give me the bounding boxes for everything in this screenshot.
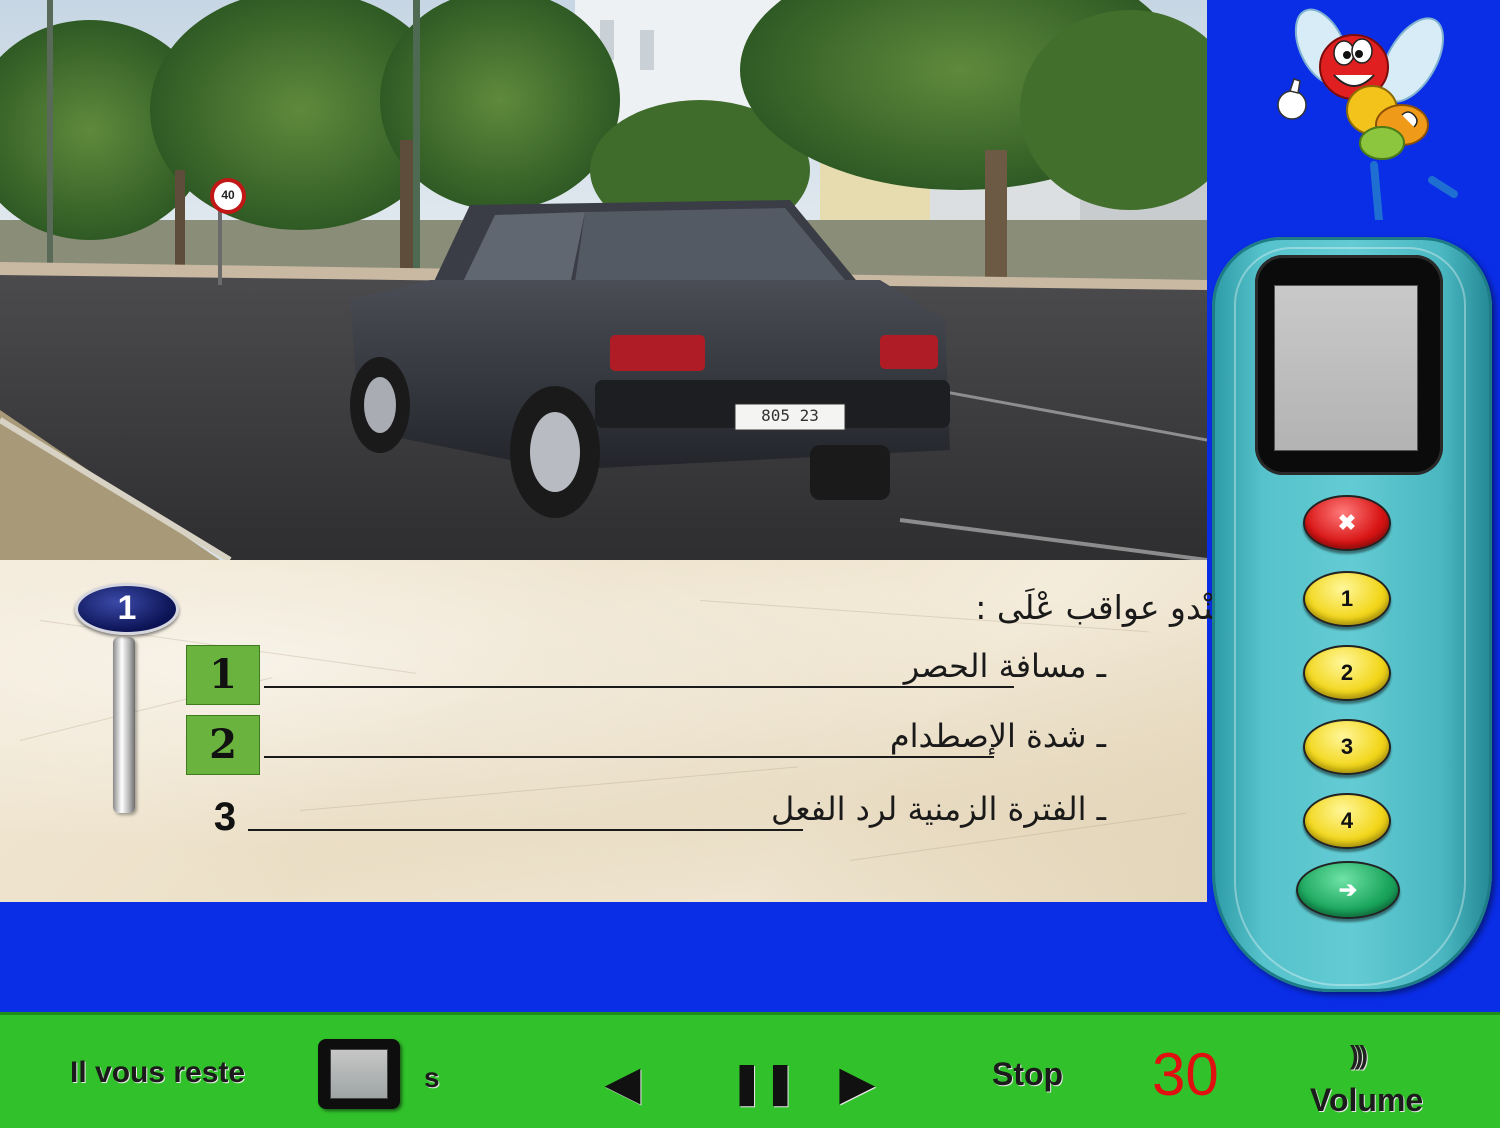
timer-display: [318, 1039, 400, 1109]
previous-icon[interactable]: ◀: [606, 1058, 640, 1109]
answer-row-1[interactable]: 1 ـ مسافة الحصر: [186, 645, 1106, 705]
answer-1-label: ـ مسافة الحصر: [903, 647, 1106, 685]
remote-answer-3-button[interactable]: 3: [1303, 719, 1391, 775]
volume-button[interactable]: Volume: [1310, 1082, 1423, 1119]
answer-2-line: [264, 756, 994, 758]
remote-answer-1-button[interactable]: 1: [1303, 571, 1391, 627]
bee-mascot-icon: [1277, 8, 1458, 220]
volume-icon[interactable]: ))): [1350, 1040, 1368, 1071]
answer-3-label: ـ الفترة الزمنية لرد الفعل: [770, 790, 1106, 828]
remote-validate-button[interactable]: ➔: [1296, 861, 1400, 919]
remote-cancel-button[interactable]: ✖: [1303, 495, 1391, 551]
question-number-badge: 1: [75, 583, 179, 635]
answer-3-number: 3: [213, 795, 237, 839]
next-icon[interactable]: ▶: [840, 1058, 874, 1109]
answer-remote: ✖ 1 2 3 4 ➔: [1208, 237, 1498, 994]
question-counter: 30: [1152, 1041, 1219, 1108]
answer-3-line: [248, 829, 803, 831]
time-remaining-label: Il vous reste: [70, 1056, 246, 1089]
pause-icon[interactable]: ❚❚: [730, 1060, 797, 1106]
speed-limit-sign: 40: [221, 188, 235, 202]
road-scene-photo: 40 805 23: [0, 0, 1207, 560]
license-plate: 805 23: [761, 406, 819, 425]
question-number-pole: [113, 637, 135, 813]
stop-button[interactable]: Stop: [992, 1056, 1063, 1093]
answer-2-label: ـ شدة الإصطدام: [889, 717, 1106, 755]
answer-1-line: [264, 686, 1014, 688]
remote-screen: [1274, 285, 1418, 451]
answer-row-2[interactable]: 2 ـ شدة الإصطدام: [186, 715, 1106, 775]
remote-answer-2-button[interactable]: 2: [1303, 645, 1391, 701]
answer-2-selected-number: 2: [186, 715, 260, 775]
remote-answer-4-button[interactable]: 4: [1303, 793, 1391, 849]
seconds-unit-label: s: [424, 1062, 440, 1093]
answer-1-selected-number: 1: [186, 645, 260, 705]
answer-row-3[interactable]: 3 ـ الفترة الزمنية لرد الفعل: [186, 788, 1106, 846]
